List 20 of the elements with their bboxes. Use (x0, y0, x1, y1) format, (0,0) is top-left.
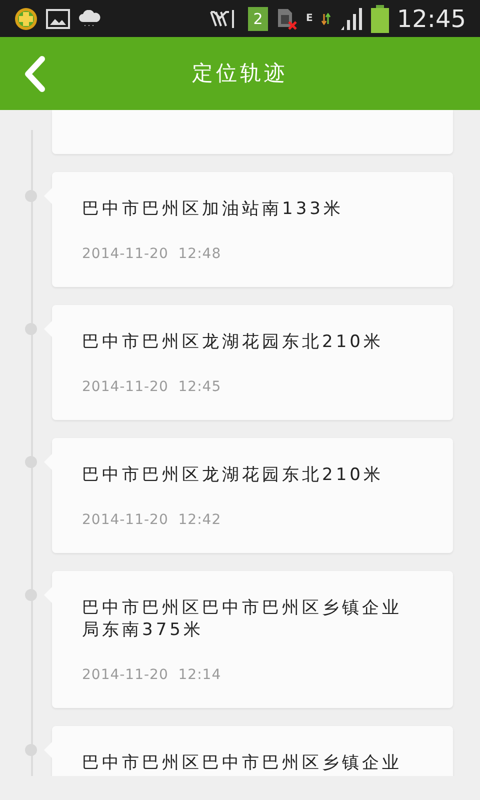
location-address: 巴中市巴州区巴中市巴州区乡镇企业 (82, 752, 403, 774)
data-arrows-icon (320, 12, 331, 24)
cloud-icon (78, 10, 102, 28)
screen-title: 定位轨迹 (192, 60, 288, 87)
app-icon (14, 6, 38, 30)
location-address: 巴中市巴州区加油站南133米 (82, 198, 344, 220)
location-time: 2014-11-20 12:48 (82, 245, 222, 264)
clock-time: 12:45 (396, 6, 466, 30)
location-address: 巴中市巴州区巴中市巴州区乡镇企业局东南375米 (82, 597, 403, 641)
location-time: 2014-11-20 12:42 (82, 511, 222, 530)
sim-card-icon (276, 6, 298, 30)
location-time: 2014-11-20 12:14 (82, 666, 222, 685)
location-time: 2014-11-20 12:45 (82, 378, 222, 397)
location-address: 巴中市巴州区龙湖花园东北210米 (82, 464, 384, 486)
image-icon (46, 8, 70, 28)
battery-icon (370, 4, 389, 32)
network-type-label: E (306, 14, 313, 24)
sim-slot-badge: 2 (248, 6, 268, 30)
signal-icon (338, 8, 363, 30)
location-address: 巴中市巴州区龙湖花园东北210米 (82, 331, 384, 353)
